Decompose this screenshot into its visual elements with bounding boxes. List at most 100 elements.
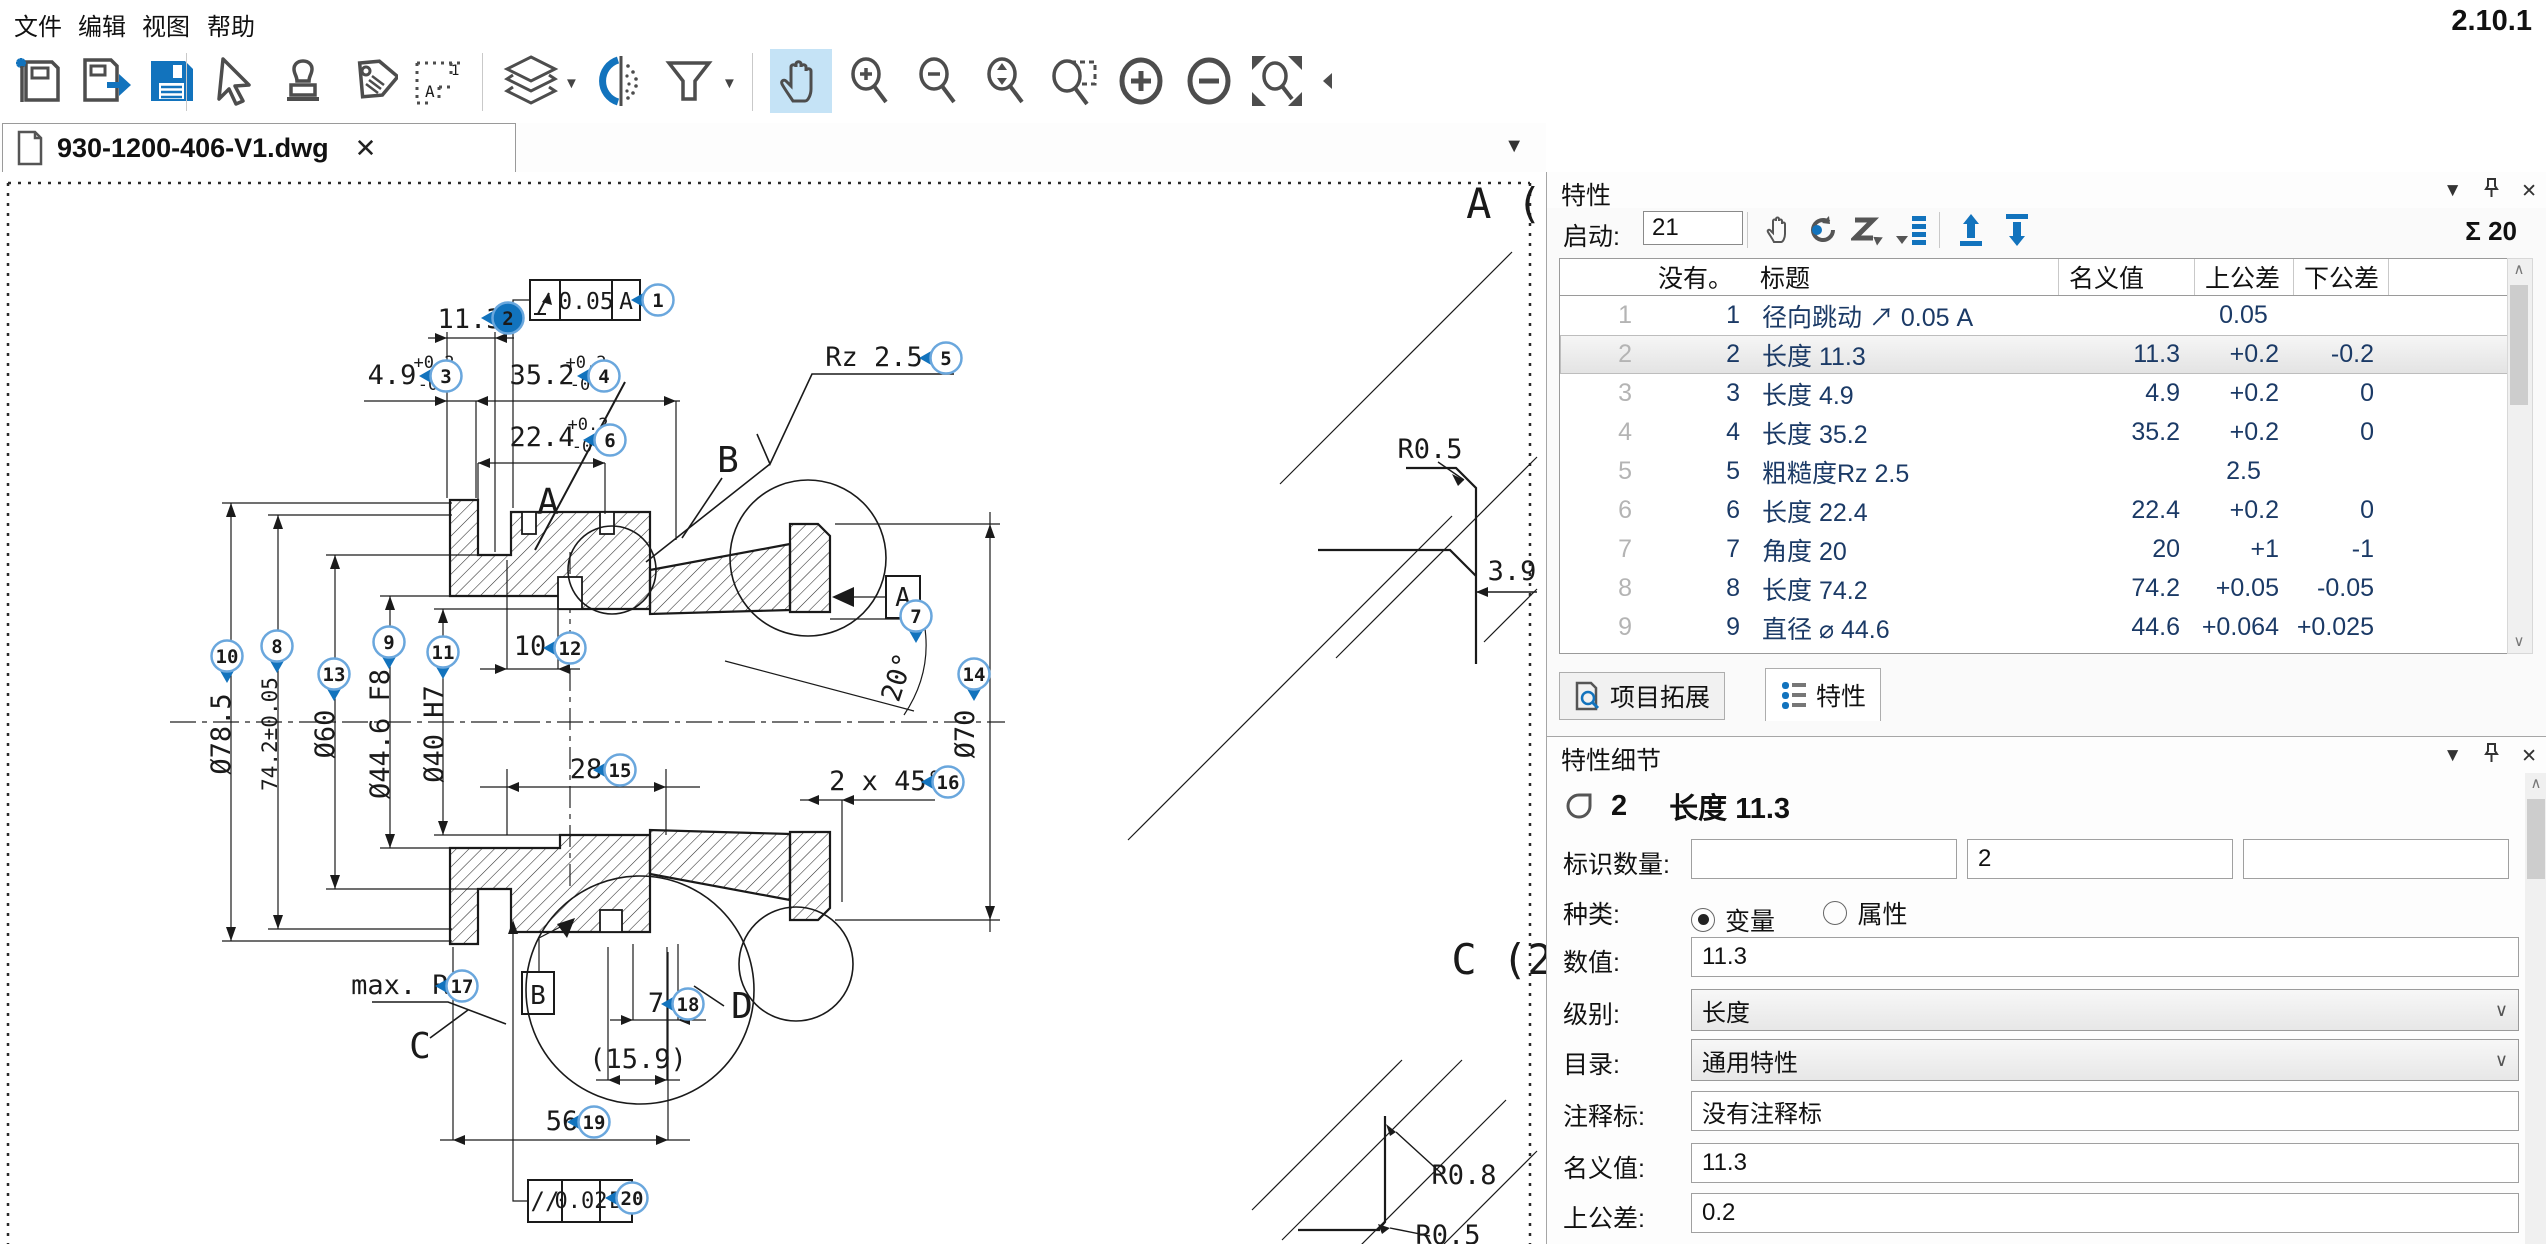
zoom-dynamic-icon[interactable] — [974, 49, 1036, 113]
zoom-window-icon[interactable] — [1042, 49, 1104, 113]
svg-text:A: A — [425, 82, 435, 101]
tab-characteristics[interactable]: 特性 — [1765, 668, 1881, 721]
renumber-icon[interactable] — [1803, 211, 1843, 249]
id-count-input-3[interactable] — [2243, 839, 2509, 879]
scroll-up-icon[interactable]: ∧ — [2525, 773, 2546, 795]
balloon-11[interactable]: 11 — [428, 637, 459, 680]
scrollbar-thumb[interactable] — [2527, 799, 2545, 879]
tab-close-icon[interactable]: ✕ — [355, 133, 377, 164]
panel-pin-icon[interactable] — [2484, 178, 2499, 204]
pick-hand-icon[interactable] — [1759, 211, 1799, 249]
details-scrollbar[interactable]: ∧ — [2525, 773, 2546, 1244]
tab-project-explorer[interactable]: 项目拓展 — [1559, 672, 1725, 720]
note-input[interactable] — [1691, 1091, 2519, 1131]
table-row[interactable]: 33长度 4.94.9+0.20 — [1560, 374, 2522, 413]
open-document-icon[interactable] — [74, 49, 136, 113]
panel-menu-icon[interactable]: ▼ — [2443, 745, 2462, 767]
table-cell: 22.4 — [2058, 491, 2194, 530]
radio-variable[interactable]: 变量 — [1691, 902, 1775, 938]
table-row[interactable]: 88长度 74.274.2+0.05-0.05 — [1560, 569, 2522, 608]
mirror-view-icon[interactable] — [590, 49, 652, 113]
dimension-text: D — [731, 986, 753, 1027]
dimension-text: 0.05 — [558, 289, 613, 315]
save-icon[interactable] — [140, 49, 202, 113]
field-label: 数值: — [1563, 943, 1620, 979]
zoom-in-icon[interactable] — [838, 49, 900, 113]
id-count-input-2[interactable] — [1967, 839, 2233, 879]
filter-icon[interactable] — [658, 49, 720, 113]
move-down-icon[interactable] — [1997, 211, 2037, 249]
menu-edit[interactable]: 编辑 — [78, 7, 126, 42]
drawing-canvas[interactable]: 11.34.9+0.2-035.2+0.2-022.4+0.2-0Rz 2.50… — [0, 172, 1546, 1244]
zoom-fit-icon[interactable] — [1246, 49, 1308, 113]
value-input[interactable] — [1691, 937, 2519, 977]
table-row[interactable]: 44长度 35.235.2+0.20 — [1560, 413, 2522, 452]
menu-file[interactable]: 文件 — [14, 7, 62, 42]
svg-text:16: 16 — [937, 772, 960, 794]
table-row[interactable]: 55粗糙度Rz 2.52.5 — [1560, 452, 2522, 491]
table-row[interactable]: 22长度 11.311.3+0.2-0.2 — [1560, 335, 2522, 374]
field-catalog: 目录: 通用特性∨ — [1547, 1039, 2546, 1079]
scroll-up-icon[interactable]: ∧ — [2508, 259, 2530, 281]
catalog-select[interactable]: 通用特性∨ — [1691, 1039, 2519, 1081]
nominal-input[interactable] — [1691, 1143, 2519, 1183]
z-order-icon[interactable] — [1847, 211, 1887, 249]
scroll-down-icon[interactable]: ∨ — [2508, 631, 2530, 653]
table-scrollbar[interactable]: ∧ ∨ — [2507, 258, 2533, 654]
table-header: 没有。 标题 名义值 上公差 下公差 — [1560, 259, 2522, 296]
move-up-icon[interactable] — [1951, 211, 1991, 249]
details-panel: 特性细节 ▼ ✕ 2 长度 11.3 标识数量: 种类: — [1547, 736, 2546, 1244]
list-order-icon[interactable] — [1891, 211, 1931, 249]
new-document-icon[interactable] — [8, 49, 70, 113]
dimension-text: 22.4 — [509, 422, 574, 453]
dimension-text: Rz 2.5 — [825, 342, 923, 373]
zoom-out-icon[interactable] — [906, 49, 968, 113]
table-row[interactable]: 11径向跳动 ↗ 0.05 A0.05 — [1560, 296, 2522, 335]
layers-dropdown-icon[interactable]: ▼ — [564, 75, 579, 92]
balloon-9[interactable]: 9 — [374, 627, 405, 670]
level-select[interactable]: 长度∨ — [1691, 989, 2519, 1031]
table-row[interactable]: 66长度 22.422.4+0.20 — [1560, 491, 2522, 530]
document-tab[interactable]: 930-1200-406-V1.dwg ✕ — [2, 123, 516, 172]
menu-help[interactable]: 帮助 — [207, 7, 255, 42]
properties-panel-title: 特性 — [1561, 176, 1611, 212]
filter-dropdown-icon[interactable]: ▼ — [722, 75, 737, 92]
panel-close-icon[interactable]: ✕ — [2521, 745, 2537, 768]
tag-icon[interactable] — [340, 49, 402, 113]
balloon-14[interactable]: 14 — [959, 659, 990, 702]
field-label: 标识数量: — [1563, 845, 1670, 881]
dimension-text: (15.9) — [589, 1044, 687, 1075]
upper-tolerance-input[interactable] — [1691, 1193, 2519, 1233]
pan-hand-icon[interactable] — [770, 49, 832, 113]
tab-project-label: 项目拓展 — [1610, 678, 1710, 714]
field-level: 级别: 长度∨ — [1547, 989, 2546, 1029]
id-count-input-1[interactable] — [1691, 839, 1957, 879]
layers-icon[interactable] — [500, 49, 562, 113]
balloon-13[interactable]: 13 — [319, 659, 350, 702]
capture-region-icon[interactable]: A1 — [408, 49, 470, 113]
select-cursor-icon[interactable] — [204, 49, 266, 113]
balloon-1[interactable]: 1 — [631, 285, 674, 316]
start-number-input[interactable] — [1643, 211, 1743, 245]
balloon-12[interactable]: 12 — [543, 633, 586, 664]
panel-close-icon[interactable]: ✕ — [2521, 180, 2537, 203]
table-row[interactable]: 77角度 2020+1-1 — [1560, 530, 2522, 569]
panel-menu-icon[interactable]: ▼ — [2443, 180, 2462, 202]
increase-icon[interactable] — [1110, 49, 1172, 113]
collapse-toolbar-icon[interactable] — [1312, 49, 1342, 113]
balloon-8[interactable]: 8 — [262, 631, 293, 674]
stamp-icon[interactable] — [272, 49, 334, 113]
balloon-5[interactable]: 5 — [919, 343, 962, 374]
panel-pin-icon[interactable] — [2484, 743, 2499, 769]
balloon-7[interactable]: 7 — [901, 601, 932, 644]
menu-view[interactable]: 视图 — [142, 7, 190, 42]
tab-list-menu-icon[interactable]: ▼ — [1504, 135, 1524, 158]
radio-attribute[interactable]: 属性 — [1823, 895, 1907, 931]
decrease-icon[interactable] — [1178, 49, 1240, 113]
document-tab-title: 930-1200-406-V1.dwg — [57, 133, 329, 164]
selected-item-header: 2 长度 11.3 — [1565, 785, 1790, 827]
tab-characteristics-label: 特性 — [1816, 677, 1866, 713]
table-row[interactable]: 99直径 ⌀ 44.644.6+0.064+0.025 — [1560, 608, 2522, 647]
balloon-10[interactable]: 10 — [212, 641, 243, 684]
scrollbar-thumb[interactable] — [2510, 285, 2528, 405]
